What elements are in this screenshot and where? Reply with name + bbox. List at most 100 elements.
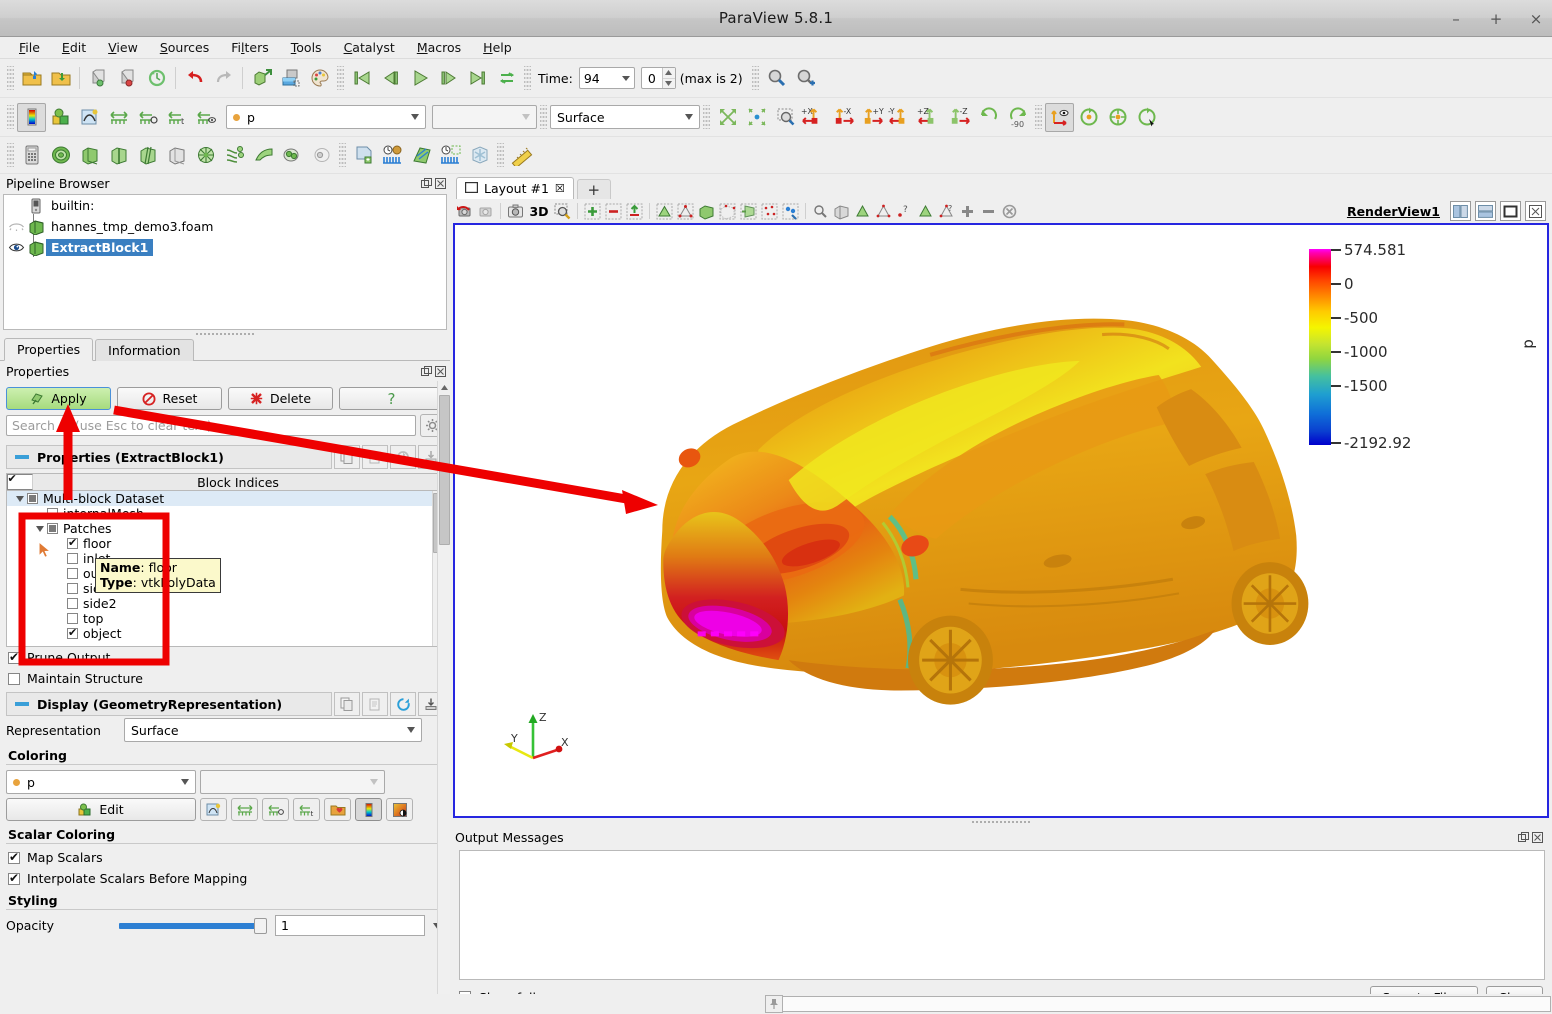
extract-level-icon[interactable] (307, 141, 336, 170)
zoom-add-icon[interactable] (791, 64, 820, 93)
frame-spin-buttons[interactable] (662, 68, 675, 88)
representation-select[interactable]: Surface (124, 718, 422, 742)
ruler-icon[interactable] (507, 141, 536, 170)
plot-selection-over-time-icon[interactable] (378, 141, 407, 170)
scalar-bar[interactable]: 574.581 0 -500 -1000 (1309, 249, 1451, 445)
toggle-selection-icon[interactable] (624, 201, 645, 222)
toolbar-grip[interactable] (7, 143, 14, 167)
edit-color-map-icon[interactable] (46, 103, 75, 132)
plot-selection-icon[interactable] (915, 201, 936, 222)
rotate-minus90-icon[interactable]: -90 (1003, 103, 1032, 132)
select-frustum-cells-icon[interactable] (738, 201, 759, 222)
close-button[interactable]: × (1528, 11, 1544, 27)
edit-color-legend-icon[interactable] (75, 103, 104, 132)
restore-defaults-icon[interactable] (390, 445, 416, 469)
reset-button[interactable]: Reset (117, 387, 222, 410)
maximize-button[interactable]: + (1488, 11, 1504, 27)
subtract-selection-icon[interactable] (603, 201, 624, 222)
reset-camera-icon[interactable] (713, 103, 742, 132)
toolbar-grip[interactable] (7, 66, 14, 90)
block-row-patches[interactable]: Patches (7, 521, 443, 536)
rescale-data-range-icon[interactable] (231, 798, 258, 821)
calculator-icon[interactable] (17, 141, 46, 170)
find-data-icon[interactable]: ? (894, 201, 915, 222)
plus-y-icon[interactable]: +Y (858, 103, 887, 132)
add-layout-button[interactable]: + (577, 179, 611, 199)
maintain-structure-row[interactable]: Maintain Structure (0, 668, 450, 689)
rotate-plus90-icon[interactable]: +90 (974, 103, 1003, 132)
block-checkbox[interactable] (67, 598, 78, 609)
last-frame-icon[interactable] (463, 64, 492, 93)
apply-button[interactable]: Apply (6, 387, 111, 410)
output-messages-text[interactable] (459, 850, 1545, 980)
hover-query-icon[interactable] (873, 201, 894, 222)
block-checkbox[interactable] (27, 493, 38, 504)
scalar-bar-icon[interactable] (355, 798, 382, 821)
color-palette-icon[interactable] (305, 64, 334, 93)
menu-catalyst[interactable]: Catalyst (333, 38, 406, 57)
group-datasets-icon[interactable] (278, 141, 307, 170)
properties-group-bar[interactable]: Properties (ExtractBlock1) (6, 445, 332, 469)
pick-center-icon[interactable] (1103, 103, 1132, 132)
toolbar-grip[interactable] (7, 105, 14, 129)
block-row-top[interactable]: top (7, 611, 443, 626)
block-row-floor[interactable]: floor (7, 536, 443, 551)
hover-cells-icon[interactable] (831, 201, 852, 222)
hover-points-icon[interactable] (852, 201, 873, 222)
select-surface-points-icon[interactable] (717, 201, 738, 222)
choose-preset-icon[interactable] (324, 798, 351, 821)
close-icon[interactable] (1532, 832, 1543, 843)
copy-icon[interactable] (334, 692, 360, 716)
block-checkbox[interactable] (47, 508, 58, 519)
plot-data-icon[interactable] (407, 141, 436, 170)
pipeline-browser[interactable]: builtin: hannes_tmp_demo3.foam (3, 194, 447, 330)
toolbar-grip[interactable] (703, 105, 710, 129)
previous-frame-icon[interactable] (376, 64, 405, 93)
save-state-icon[interactable] (46, 64, 75, 93)
camera-undo-icon[interactable] (454, 201, 475, 222)
minus-z-icon[interactable]: -Z (945, 103, 974, 132)
edit-color-legend-icon[interactable] (200, 798, 227, 821)
zoom-to-data-icon[interactable] (742, 103, 771, 132)
interactive-select-icon[interactable] (810, 201, 831, 222)
split-vertical-icon[interactable] (1475, 201, 1496, 221)
shrink-selection-icon[interactable] (978, 201, 999, 222)
pipeline-item-builtin[interactable]: builtin: (4, 195, 446, 216)
spin-down-icon[interactable] (663, 79, 675, 89)
slice-icon[interactable] (104, 141, 133, 170)
extract-subset-icon[interactable] (162, 141, 191, 170)
toolbar-grip[interactable] (524, 66, 531, 90)
undock-icon[interactable] (1518, 832, 1529, 843)
display-group-bar[interactable]: Display (GeometryRepresentation) (6, 692, 332, 716)
render-view-name[interactable]: RenderView1 (1347, 204, 1440, 219)
color-array-combo[interactable]: p (226, 105, 426, 129)
coloring-array-select[interactable]: p (6, 770, 196, 794)
scrollbar-thumb[interactable] (439, 395, 450, 545)
screenshot-icon[interactable] (276, 64, 305, 93)
next-frame-icon[interactable] (434, 64, 463, 93)
grow-selection-icon[interactable]: ? (936, 201, 957, 222)
block-row-outlet[interactable]: outlet (7, 566, 443, 581)
map-scalars-row[interactable]: Map Scalars (0, 847, 450, 868)
delete-button[interactable]: Delete (228, 387, 333, 410)
add-selection-icon[interactable] (582, 201, 603, 222)
interpolate-scalars-checkbox[interactable] (8, 873, 20, 885)
rescale-custom-range-icon[interactable] (133, 103, 162, 132)
first-frame-icon[interactable] (347, 64, 376, 93)
reset-center-icon[interactable] (1074, 103, 1103, 132)
render-view[interactable]: 574.581 0 -500 -1000 (453, 223, 1549, 818)
toolbar-grip[interactable] (337, 66, 344, 90)
representation-combo[interactable]: Surface (550, 105, 700, 129)
zoom-to-box-icon[interactable] (771, 103, 800, 132)
save-data-icon[interactable] (84, 64, 113, 93)
edit-legend-icon[interactable] (386, 798, 413, 821)
rescale-data-range-icon[interactable] (104, 103, 133, 132)
block-checkbox[interactable] (67, 568, 78, 579)
minimize-button[interactable]: – (1448, 11, 1464, 27)
rescale-visible-range-icon[interactable] (191, 103, 220, 132)
toolbar-grip[interactable] (1035, 105, 1042, 129)
time-value-combo[interactable]: 94 (579, 67, 635, 89)
zoom-query-icon[interactable] (762, 64, 791, 93)
spin-up-icon[interactable] (663, 68, 675, 79)
frame-index-spinner[interactable]: 0 (641, 67, 676, 89)
